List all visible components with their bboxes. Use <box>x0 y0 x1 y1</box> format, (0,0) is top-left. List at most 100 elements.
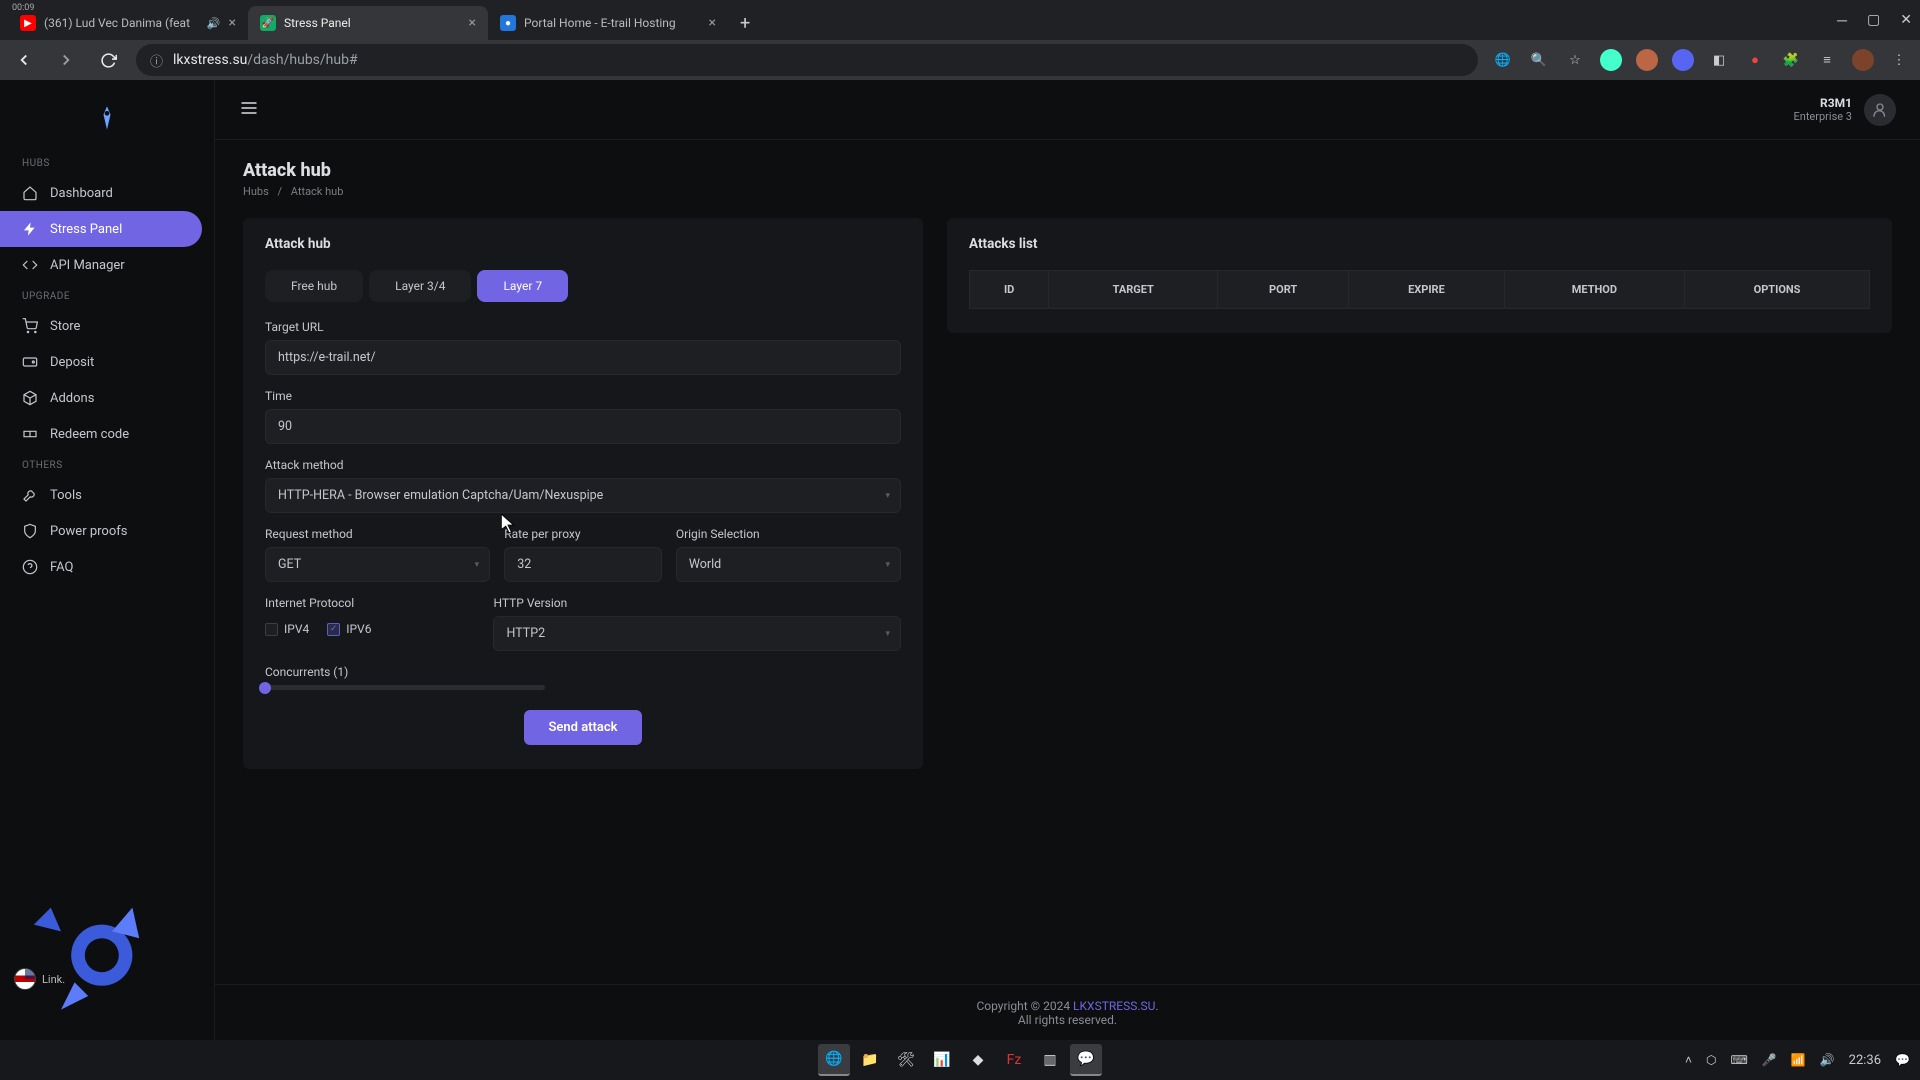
page-title: Attack hub <box>243 160 1892 181</box>
language-switch[interactable]: Link. <box>14 968 65 990</box>
close-icon[interactable]: × <box>469 15 476 31</box>
taskbar-discord-icon[interactable]: 💬 <box>1070 1044 1102 1076</box>
bookmark-icon[interactable]: ☆ <box>1564 49 1586 71</box>
back-button[interactable] <box>10 46 38 74</box>
tab-layer-34[interactable]: Layer 3/4 <box>369 270 471 302</box>
ext-icon[interactable] <box>1636 49 1658 71</box>
browser-chrome: 00:09 ▶ (361) Lud Vec Danima (feat 🔊 × 🚀… <box>0 0 1920 80</box>
wrench-icon <box>22 487 38 503</box>
youtube-icon: ▶ <box>20 15 36 31</box>
tray-volume-icon[interactable]: 🔊 <box>1820 1053 1835 1067</box>
discord-icon[interactable] <box>1672 49 1694 71</box>
site-info-icon[interactable]: ⓘ <box>150 51 163 70</box>
address-bar[interactable]: ⓘ lkxstress.su/dash/hubs/hub# <box>136 44 1478 76</box>
sidebar-item-dashboard[interactable]: Dashboard <box>0 175 202 211</box>
tray-keyboard-icon[interactable]: ⌨ <box>1730 1053 1747 1067</box>
user-block[interactable]: R3M1 Enterprise 3 <box>1794 94 1897 126</box>
close-window-icon[interactable]: ✕ <box>1900 12 1912 28</box>
app: HUBS Dashboard Stress Panel API Manager … <box>0 80 1920 1040</box>
sidebar-item-stress-panel[interactable]: Stress Panel <box>0 211 202 247</box>
browser-tab-stress[interactable]: 🚀 Stress Panel × <box>248 6 488 40</box>
close-icon[interactable]: × <box>709 15 716 31</box>
reload-button[interactable] <box>94 46 122 74</box>
minimize-icon[interactable]: ─ <box>1837 12 1847 29</box>
browser-tab-portal[interactable]: ● Portal Home - E-trail Hosting × <box>488 6 728 40</box>
ipv6-checkbox[interactable]: ✓ IPV6 <box>327 622 371 636</box>
menu-icon[interactable]: ⋮ <box>1888 49 1910 71</box>
panel-title: Attack hub <box>265 236 901 252</box>
taskbar-chrome-icon[interactable]: 🌐 <box>818 1044 850 1076</box>
tray-wifi-icon[interactable]: 📶 <box>1791 1053 1806 1067</box>
taskbar-filezilla-icon[interactable]: Fz <box>998 1044 1030 1076</box>
time-input[interactable]: 90 <box>265 409 901 444</box>
slider-thumb[interactable] <box>259 682 271 694</box>
taskbar-explorer-icon[interactable]: 📁 <box>854 1044 886 1076</box>
wallet-icon <box>22 354 38 370</box>
new-tab-button[interactable]: + <box>728 13 762 34</box>
sidebar-item-label: Power proofs <box>50 524 127 539</box>
breadcrumb-root[interactable]: Hubs <box>243 185 269 198</box>
origin-select[interactable]: World <box>676 547 901 582</box>
ipv4-checkbox[interactable]: IPV4 <box>265 622 309 636</box>
ticket-icon <box>22 426 38 442</box>
taskbar-clock[interactable]: 22:36 <box>1849 1053 1881 1068</box>
tray-mic-icon[interactable]: 🎤 <box>1762 1053 1777 1067</box>
bolt-icon <box>22 221 38 237</box>
footer-link[interactable]: LKXSTRESS.SU <box>1073 999 1155 1013</box>
taskbar-app-icon[interactable]: ◆ <box>962 1044 994 1076</box>
concurrents-slider[interactable] <box>265 685 545 690</box>
zoom-icon[interactable]: 🔍 <box>1528 49 1550 71</box>
send-attack-button[interactable]: Send attack <box>524 710 641 745</box>
sidebar-item-power-proofs[interactable]: Power proofs <box>0 513 202 549</box>
browser-tab-youtube[interactable]: ▶ (361) Lud Vec Danima (feat 🔊 × <box>8 6 248 40</box>
notifications-icon[interactable]: 💬 <box>1895 1053 1910 1067</box>
translate-icon[interactable]: 🌐 <box>1492 49 1514 71</box>
tab-free-hub[interactable]: Free hub <box>265 270 363 302</box>
sidebar-item-label: Addons <box>50 391 94 406</box>
rocket-logo <box>10 860 180 1030</box>
extensions-icon[interactable]: 🧩 <box>1780 49 1802 71</box>
record-icon[interactable]: ● <box>1744 49 1766 71</box>
sidebar-item-label: Dashboard <box>50 186 113 201</box>
label-http-version: HTTP Version <box>493 596 901 610</box>
tab-layer-7[interactable]: Layer 7 <box>477 270 568 302</box>
http-version-select[interactable]: HTTP2 <box>493 616 901 651</box>
hub-tabs: Free hub Layer 3/4 Layer 7 <box>265 270 901 302</box>
side-heading-hubs: HUBS <box>0 150 214 175</box>
maximize-icon[interactable]: ▢ <box>1867 12 1880 28</box>
topbar: R3M1 Enterprise 3 <box>215 80 1920 140</box>
sidebar-item-faq[interactable]: FAQ <box>0 549 202 585</box>
sidebar-item-store[interactable]: Store <box>0 308 202 344</box>
profile-avatar[interactable] <box>1852 49 1874 71</box>
label-origin: Origin Selection <box>676 527 901 541</box>
sidebar-item-tools[interactable]: Tools <box>0 477 202 513</box>
address-bar-row: ⓘ lkxstress.su/dash/hubs/hub# 🌐 🔍 ☆ ◧ ● … <box>0 40 1920 80</box>
target-url-input[interactable]: https://e-trail.net/ <box>265 340 901 375</box>
reading-list-icon[interactable]: ≡ <box>1816 49 1838 71</box>
col-method: METHOD <box>1504 271 1684 309</box>
forward-button[interactable] <box>52 46 80 74</box>
tray-chevron-icon[interactable]: ˄ <box>1685 1053 1692 1067</box>
request-method-select[interactable]: GET <box>265 547 490 582</box>
attacks-list-panel: Attacks list ID TARGET PORT EXPIRE METHO… <box>947 218 1892 333</box>
rate-input[interactable]: 32 <box>504 547 662 582</box>
tray-icon[interactable]: ⬡ <box>1706 1053 1716 1067</box>
ext-icon[interactable]: ◧ <box>1708 49 1730 71</box>
taskbar-app-icon[interactable]: 📊 <box>926 1044 958 1076</box>
audio-icon[interactable]: 🔊 <box>207 17 221 30</box>
hamburger-button[interactable] <box>239 98 259 122</box>
attack-method-select[interactable]: HTTP-HERA - Browser emulation Captcha/Ua… <box>265 478 901 513</box>
user-plan: Enterprise 3 <box>1794 110 1853 123</box>
user-name: R3M1 <box>1794 96 1853 110</box>
sidebar-item-api-manager[interactable]: API Manager <box>0 247 202 283</box>
taskbar-app-icon[interactable]: ▥ <box>1034 1044 1066 1076</box>
logo-small[interactable] <box>0 96 214 150</box>
col-id: ID <box>970 271 1049 309</box>
taskbar-app-icon[interactable]: 🛠 <box>890 1044 922 1076</box>
ext-icon[interactable] <box>1600 49 1622 71</box>
close-icon[interactable]: × <box>229 15 236 31</box>
sidebar: HUBS Dashboard Stress Panel API Manager … <box>0 80 215 1040</box>
sidebar-item-deposit[interactable]: Deposit <box>0 344 202 380</box>
sidebar-item-addons[interactable]: Addons <box>0 380 202 416</box>
sidebar-item-redeem[interactable]: Redeem code <box>0 416 202 452</box>
